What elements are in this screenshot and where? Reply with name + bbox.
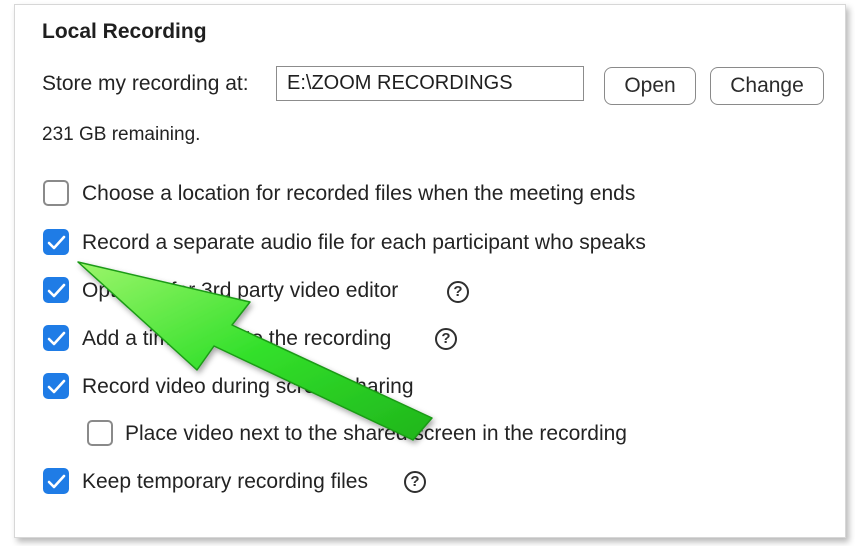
change-button[interactable]: Change [710, 67, 824, 105]
keep-temp-files-checkbox[interactable] [43, 468, 69, 494]
recording-path-field[interactable]: E:\ZOOM RECORDINGS [276, 66, 584, 101]
optimize-editor-label: Optimize for 3rd party video editor [82, 279, 399, 302]
help-icon[interactable]: ? [404, 471, 426, 493]
choose-location-label: Choose a location for recorded files whe… [82, 182, 636, 205]
help-icon[interactable]: ? [447, 281, 469, 303]
storage-remaining: 231 GB remaining. [42, 124, 201, 145]
help-icon[interactable]: ? [435, 328, 457, 350]
checkmark-icon [47, 235, 66, 250]
store-location-label: Store my recording at: [42, 72, 249, 95]
checkmark-icon [47, 283, 66, 298]
record-video-sharing-checkbox[interactable] [43, 373, 69, 399]
timestamp-label: Add a timestamp to the recording [82, 327, 392, 350]
timestamp-checkbox[interactable] [43, 325, 69, 351]
open-button[interactable]: Open [604, 67, 696, 105]
checkmark-icon [47, 331, 66, 346]
settings-screenshot: Local Recording Store my recording at: E… [0, 0, 855, 546]
section-title: Local Recording [42, 20, 207, 43]
separate-audio-label: Record a separate audio file for each pa… [82, 231, 646, 254]
keep-temp-files-label: Keep temporary recording files [82, 470, 368, 493]
checkmark-icon [47, 379, 66, 394]
place-video-checkbox[interactable] [87, 420, 113, 446]
choose-location-checkbox[interactable] [43, 180, 69, 206]
separate-audio-checkbox[interactable] [43, 229, 69, 255]
checkmark-icon [47, 474, 66, 489]
optimize-editor-checkbox[interactable] [43, 277, 69, 303]
place-video-label: Place video next to the shared screen in… [125, 422, 627, 445]
record-video-sharing-label: Record video during screen sharing [82, 375, 414, 398]
